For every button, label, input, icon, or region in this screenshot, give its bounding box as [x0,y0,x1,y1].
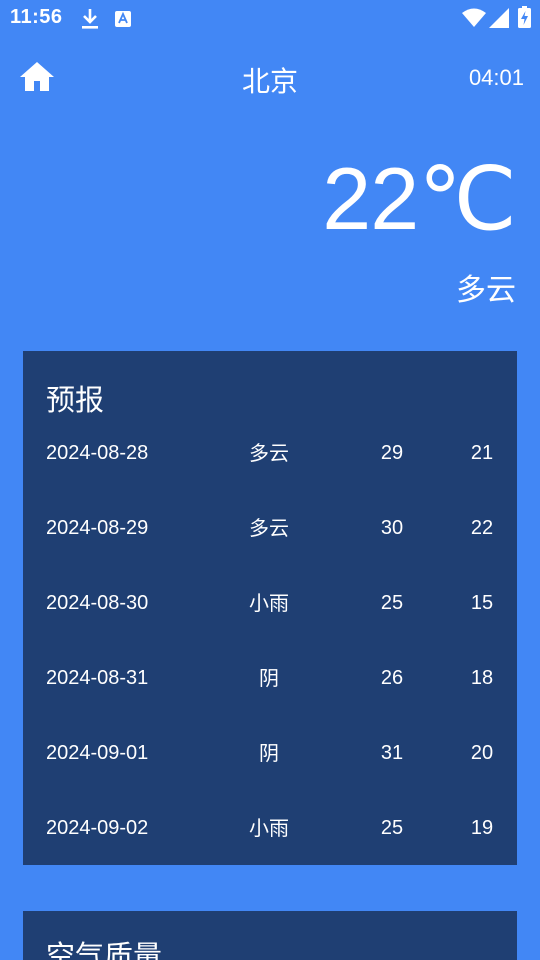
forecast-row: 2024-09-02 小雨 25 19 [23,808,517,848]
forecast-min-temp: 19 [470,817,494,839]
forecast-min-temp: 18 [470,667,494,689]
a-badge-icon [115,11,131,27]
forecast-date: 2024-08-31 [46,667,149,689]
forecast-card: 预报 2024-08-28 多云 29 21 2024-08-29 多云 30 … [23,351,517,865]
forecast-date: 2024-08-30 [46,592,149,614]
status-time: 11:56 [10,6,63,28]
forecast-date: 2024-08-28 [46,442,149,464]
forecast-max-temp: 25 [380,592,404,614]
battery-charging-icon [518,6,531,28]
forecast-title: 预报 [46,383,105,417]
forecast-max-temp: 31 [380,742,404,764]
forecast-date: 2024-09-02 [46,817,149,839]
aqi-card: 空气质量 [23,911,517,960]
forecast-row: 2024-08-31 阴 26 18 [23,658,517,698]
forecast-info: 多云 [249,516,289,540]
title-bar: 北京 04:01 [0,50,540,106]
forecast-min-temp: 20 [470,742,494,764]
forecast-row: 2024-08-30 小雨 25 15 [23,583,517,623]
forecast-row: 2024-08-29 多云 30 22 [23,508,517,548]
update-time: 04:01 [468,65,524,90]
current-weather-info: 多云 [456,273,516,308]
forecast-info: 多云 [249,441,289,465]
forecast-min-temp: 21 [470,442,494,464]
forecast-date: 2024-09-01 [46,742,149,764]
forecast-info: 阴 [259,741,279,765]
wifi-icon [462,8,486,27]
forecast-row: 2024-08-28 多云 29 21 [23,433,517,473]
signal-icon [489,8,509,28]
current-temperature: 22℃ [322,149,517,248]
download-icon [82,9,98,29]
city-title: 北京 [241,65,298,98]
aqi-title: 空气质量 [46,939,163,960]
forecast-max-temp: 29 [380,442,404,464]
forecast-min-temp: 22 [470,517,494,539]
forecast-max-temp: 30 [380,517,404,539]
forecast-info: 小雨 [249,816,289,840]
forecast-max-temp: 26 [380,667,404,689]
forecast-info: 小雨 [249,591,289,615]
forecast-row: 2024-09-01 阴 31 20 [23,733,517,773]
forecast-min-temp: 15 [470,592,494,614]
forecast-info: 阴 [259,666,279,690]
status-bar: 11:56 [0,0,540,36]
forecast-max-temp: 25 [380,817,404,839]
forecast-date: 2024-08-29 [46,517,149,539]
